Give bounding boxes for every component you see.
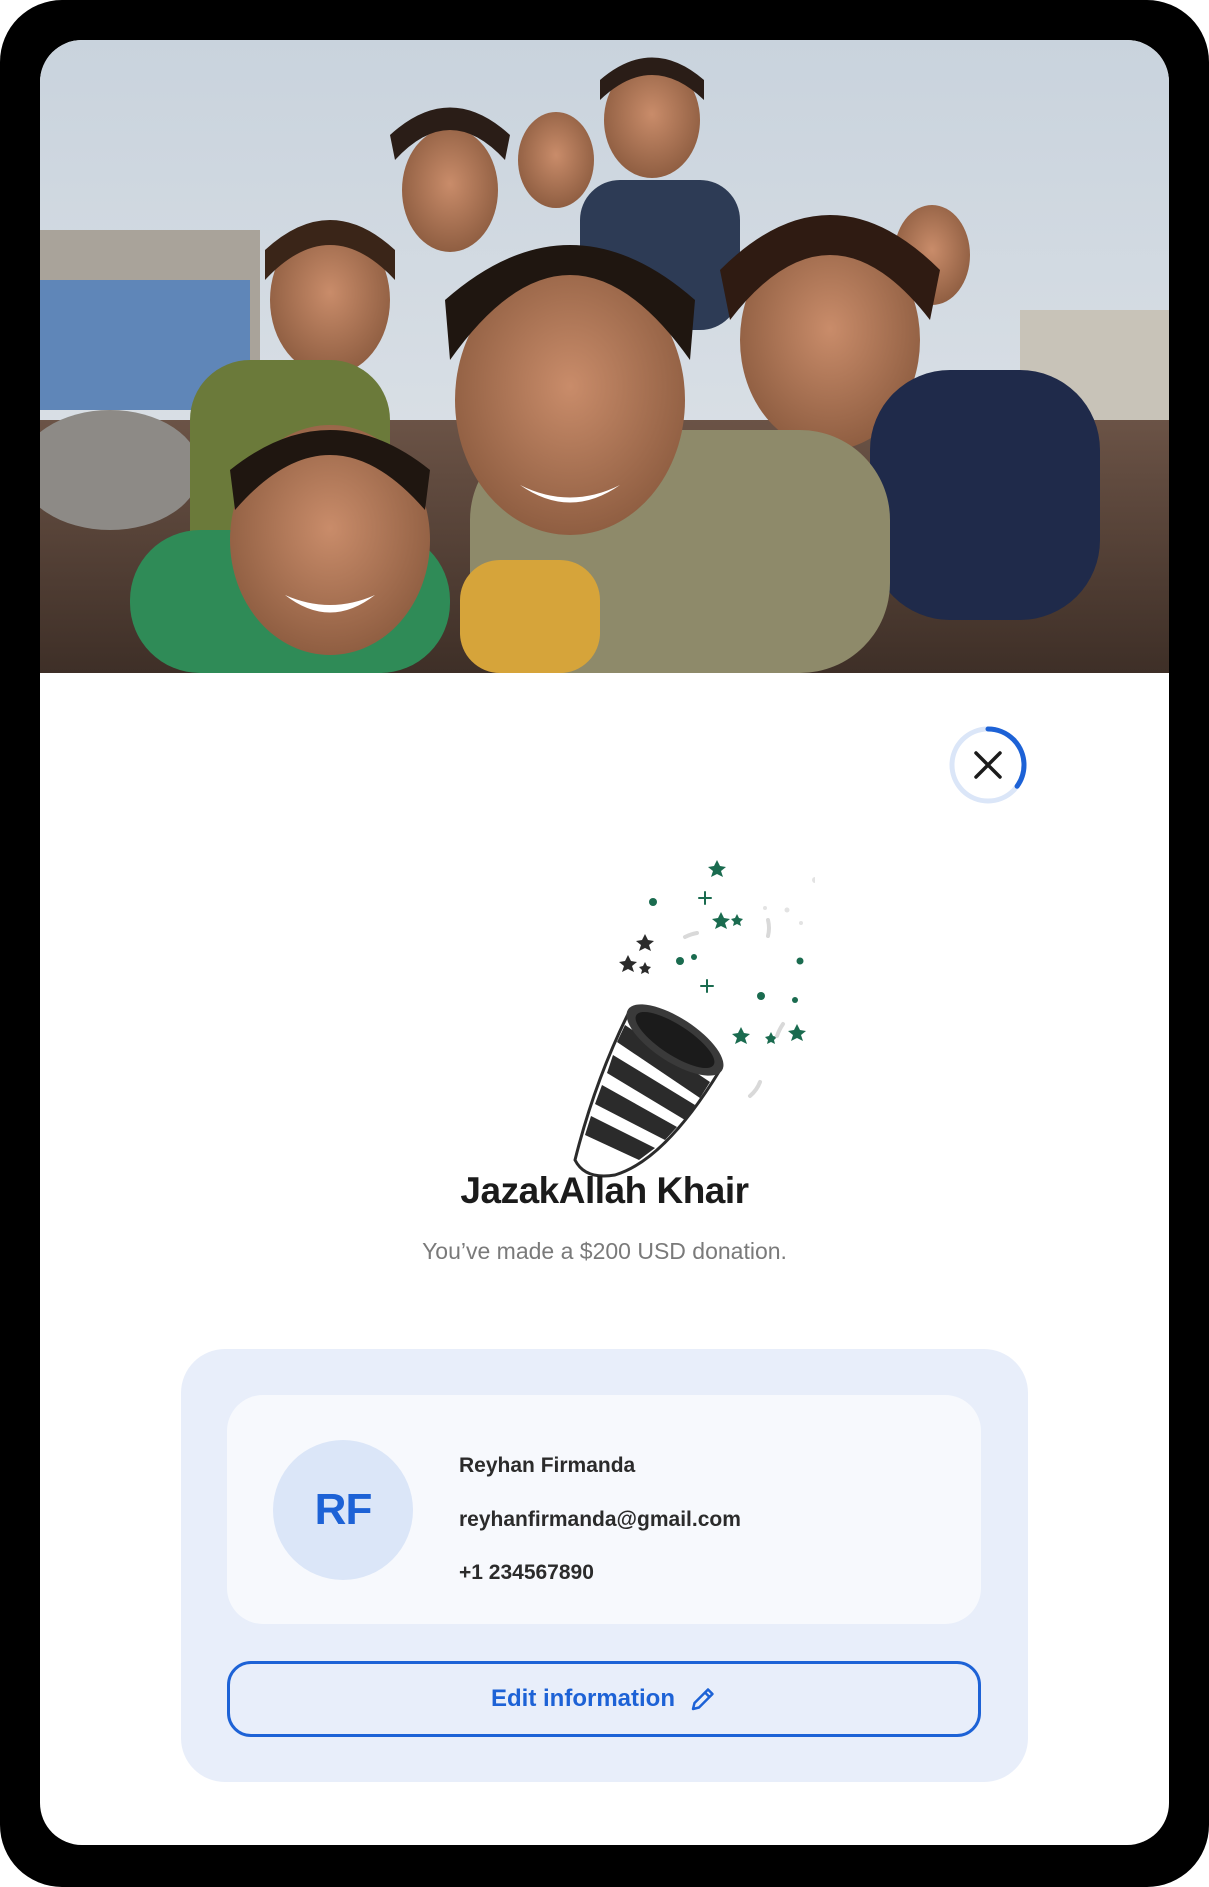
contact-card: RF Reyhan Firmanda reyhanfirmanda@gmail.… xyxy=(227,1395,981,1624)
confirmation-title: JazakAllah Khair xyxy=(460,1170,749,1211)
donor-phone: +1 234567890 xyxy=(459,1561,594,1584)
donor-email: reyhanfirmanda@gmail.com xyxy=(459,1508,741,1531)
edit-information-label: Edit information xyxy=(491,1685,675,1712)
confirmation-message: You’ve made a $200 USD donation. xyxy=(422,1238,787,1264)
close-button[interactable] xyxy=(948,725,1028,805)
app-screen: JazakAllah Khair You’ve made a $200 USD … xyxy=(40,40,1169,1845)
pencil-icon xyxy=(691,1688,714,1711)
avatar: RF xyxy=(273,1440,413,1580)
edit-information-button[interactable]: Edit information xyxy=(227,1661,981,1737)
close-icon xyxy=(974,751,1002,779)
hero-photo xyxy=(40,40,1169,673)
donor-info-panel: RF Reyhan Firmanda reyhanfirmanda@gmail.… xyxy=(181,1349,1028,1782)
party-popper-icon xyxy=(515,820,818,1180)
donor-name: Reyhan Firmanda xyxy=(459,1454,636,1477)
device-frame: JazakAllah Khair You’ve made a $200 USD … xyxy=(0,0,1209,1887)
